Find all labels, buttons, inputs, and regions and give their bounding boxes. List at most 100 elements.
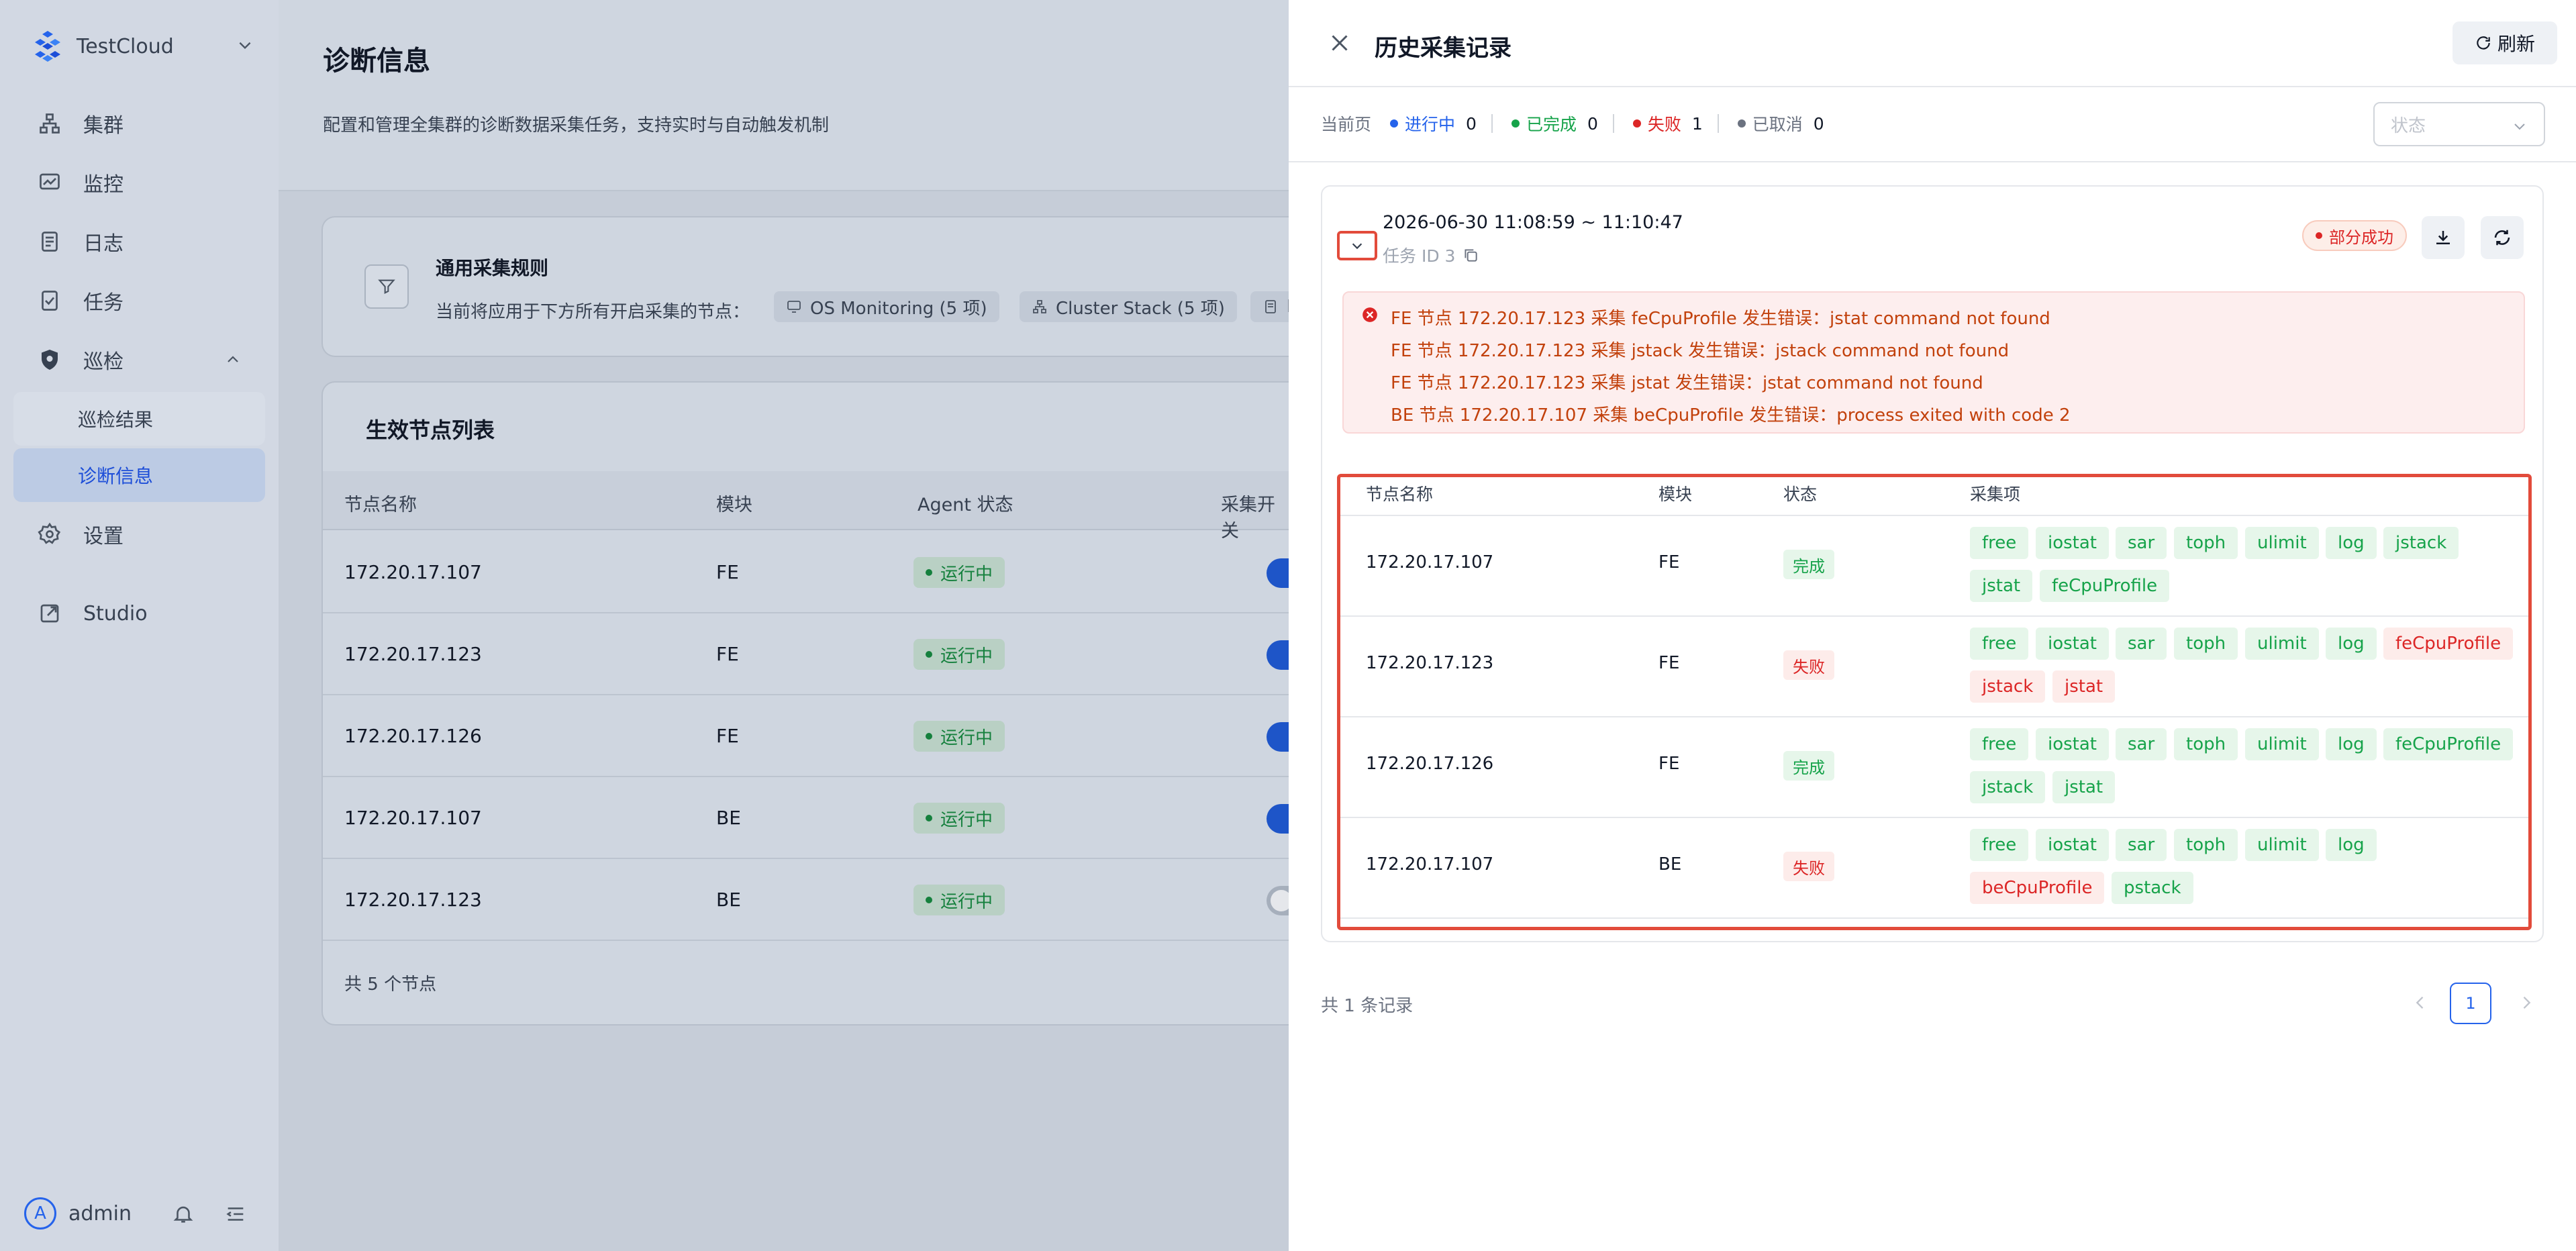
sidebar-subitem-inspection-results[interactable]: 巡检结果 — [13, 392, 265, 446]
result-module: FE — [1658, 552, 1680, 572]
refresh-button[interactable]: 刷新 — [2453, 21, 2557, 64]
result-status-badge: 完成 — [1783, 751, 1834, 781]
agent-status-label: 运行中 — [940, 809, 993, 830]
column-header: 模块 — [716, 495, 752, 515]
collapse-menu-icon[interactable] — [224, 1203, 247, 1225]
table-row: 172.20.17.126 FE 运行中 — [323, 695, 1327, 777]
collection-item-tag: ulimit — [2245, 527, 2319, 559]
collection-item-tag: toph — [2174, 829, 2238, 861]
node-module: FE — [716, 725, 739, 747]
error-icon — [1363, 307, 1377, 322]
table-row: 172.20.17.107 FE 运行中 — [323, 532, 1327, 613]
collection-item-tag: jstat — [2052, 670, 2116, 703]
retry-button[interactable] — [2481, 216, 2524, 259]
chevron-right-icon[interactable] — [2517, 993, 2536, 1012]
stat-label: 已完成 — [1526, 115, 1577, 134]
collection-item-tag: ulimit — [2245, 628, 2319, 660]
sidebar-item-task[interactable]: 任务 — [13, 271, 265, 330]
sidebar-item-log[interactable]: 日志 — [13, 212, 265, 271]
column-header: Agent 状态 — [918, 495, 1013, 515]
page-description: 配置和管理全集群的诊断数据采集任务，支持实时与自动触发机制 — [323, 115, 830, 136]
download-button[interactable] — [2422, 216, 2465, 259]
collection-item-tag: sar — [2116, 829, 2167, 861]
brand[interactable]: TestCloud — [31, 30, 174, 63]
result-node-name: 172.20.17.107 — [1366, 854, 1494, 874]
monitor-icon — [787, 301, 801, 313]
stat-count: 0 — [1587, 113, 1598, 134]
agent-status-label: 运行中 — [940, 564, 993, 585]
collection-item-tag: ulimit — [2245, 829, 2319, 861]
sidebar-item-cluster[interactable]: 集群 — [13, 94, 265, 153]
bell-icon[interactable] — [172, 1203, 195, 1225]
page-number-button[interactable]: 1 — [2450, 983, 2491, 1024]
monitor-icon — [38, 170, 62, 195]
nav-gap — [13, 564, 265, 584]
column-header: 模块 — [1658, 485, 1693, 504]
status-badge-label: 部分成功 — [2329, 228, 2393, 247]
log-icon — [1265, 300, 1276, 313]
collection-item-tag: toph — [2174, 628, 2238, 660]
filter-icon — [364, 264, 409, 309]
user-name[interactable]: admin — [68, 1202, 132, 1225]
node-module: BE — [716, 889, 741, 911]
stat-count: 0 — [1813, 113, 1824, 134]
stat-running: 进行中 0 — [1371, 111, 1493, 136]
sidebar-item-label: 日志 — [83, 232, 123, 256]
collection-item-tag: free — [1970, 527, 2029, 559]
refresh-icon — [2477, 36, 2490, 50]
chevron-left-icon[interactable] — [2411, 993, 2430, 1012]
divider — [1340, 817, 2528, 818]
result-node-name: 172.20.17.107 — [1366, 552, 1494, 572]
sidebar-item-settings[interactable]: 设置 — [13, 505, 265, 564]
avatar[interactable]: A — [24, 1197, 56, 1230]
collection-item-tag: feCpuProfile — [2383, 728, 2514, 760]
error-list: FE 节点 172.20.17.123 采集 feCpuProfile 发生错误… — [1342, 291, 2525, 434]
result-status-badge: 失败 — [1783, 650, 1834, 680]
rule-tag-os-monitoring: OS Monitoring (5 项) — [774, 291, 999, 322]
record-time: 2026-06-30 11:08:59 ~ 11:10:47 — [1383, 212, 1683, 233]
rules-subtitle: 当前将应用于下方所有开启采集的节点： — [436, 302, 750, 322]
collection-item-tag: log — [2326, 829, 2377, 861]
agent-status-badge: 运行中 — [913, 557, 1005, 588]
divider — [1340, 515, 2528, 516]
close-icon[interactable] — [1328, 31, 1352, 55]
sidebar-item-studio[interactable]: Studio — [13, 584, 265, 643]
stat-completed: 已完成 0 — [1493, 111, 1614, 136]
collection-item-tag: toph — [2174, 728, 2238, 760]
chevron-down-icon — [1352, 243, 1363, 250]
total-records: 共 1 条记录 — [1321, 996, 1414, 1016]
sidebar: TestCloud 集群 监控 日志 任务 巡检 巡检结果 诊断信息 设置 St… — [0, 0, 279, 1251]
rules-title: 通用采集规则 — [436, 257, 549, 279]
agent-status-label: 运行中 — [940, 646, 993, 666]
divider — [1289, 161, 2576, 162]
node-name: 172.20.17.107 — [344, 807, 482, 829]
copy-icon[interactable] — [1462, 246, 1479, 264]
sidebar-item-inspection[interactable]: 巡检 — [13, 330, 265, 389]
node-name: 172.20.17.123 — [344, 643, 482, 665]
node-module: FE — [716, 561, 739, 583]
chevron-down-icon[interactable] — [236, 36, 254, 54]
nodes-title: 生效节点列表 — [366, 417, 495, 443]
divider — [1340, 615, 2528, 617]
status-dot — [2316, 232, 2322, 239]
cluster-icon — [1033, 300, 1046, 313]
chevron-up-icon — [228, 356, 238, 362]
collection-item-tag: free — [1970, 628, 2029, 660]
drawer-header: 历史采集记录 刷新 — [1289, 0, 2576, 87]
sidebar-item-monitor[interactable]: 监控 — [13, 153, 265, 212]
collection-item-tag: pstack — [2112, 872, 2193, 904]
status-filter-select[interactable]: 状态 — [2373, 102, 2545, 146]
collection-item-tag: free — [1970, 829, 2029, 861]
stat-label: 已取消 — [1752, 115, 1803, 134]
divider — [1340, 716, 2528, 717]
expand-toggle-button[interactable] — [1337, 231, 1377, 260]
history-drawer: 历史采集记录 刷新 当前页 进行中 0 已完成 0 失败 1 已取消 0 状态 … — [1289, 0, 2576, 1251]
error-message: FE 节点 172.20.17.123 采集 jstat 发生错误：jstat … — [1391, 373, 1983, 393]
result-node-name: 172.20.17.123 — [1366, 653, 1494, 673]
stats-label: 当前页 — [1321, 115, 1372, 134]
collection-item-tag: log — [2326, 628, 2377, 660]
sidebar-subitem-diagnostics[interactable]: 诊断信息 — [13, 448, 265, 502]
collection-item-tag: feCpuProfile — [2040, 570, 2170, 602]
column-header: 节点名称 — [344, 495, 417, 515]
collection-item-tag: free — [1970, 728, 2029, 760]
